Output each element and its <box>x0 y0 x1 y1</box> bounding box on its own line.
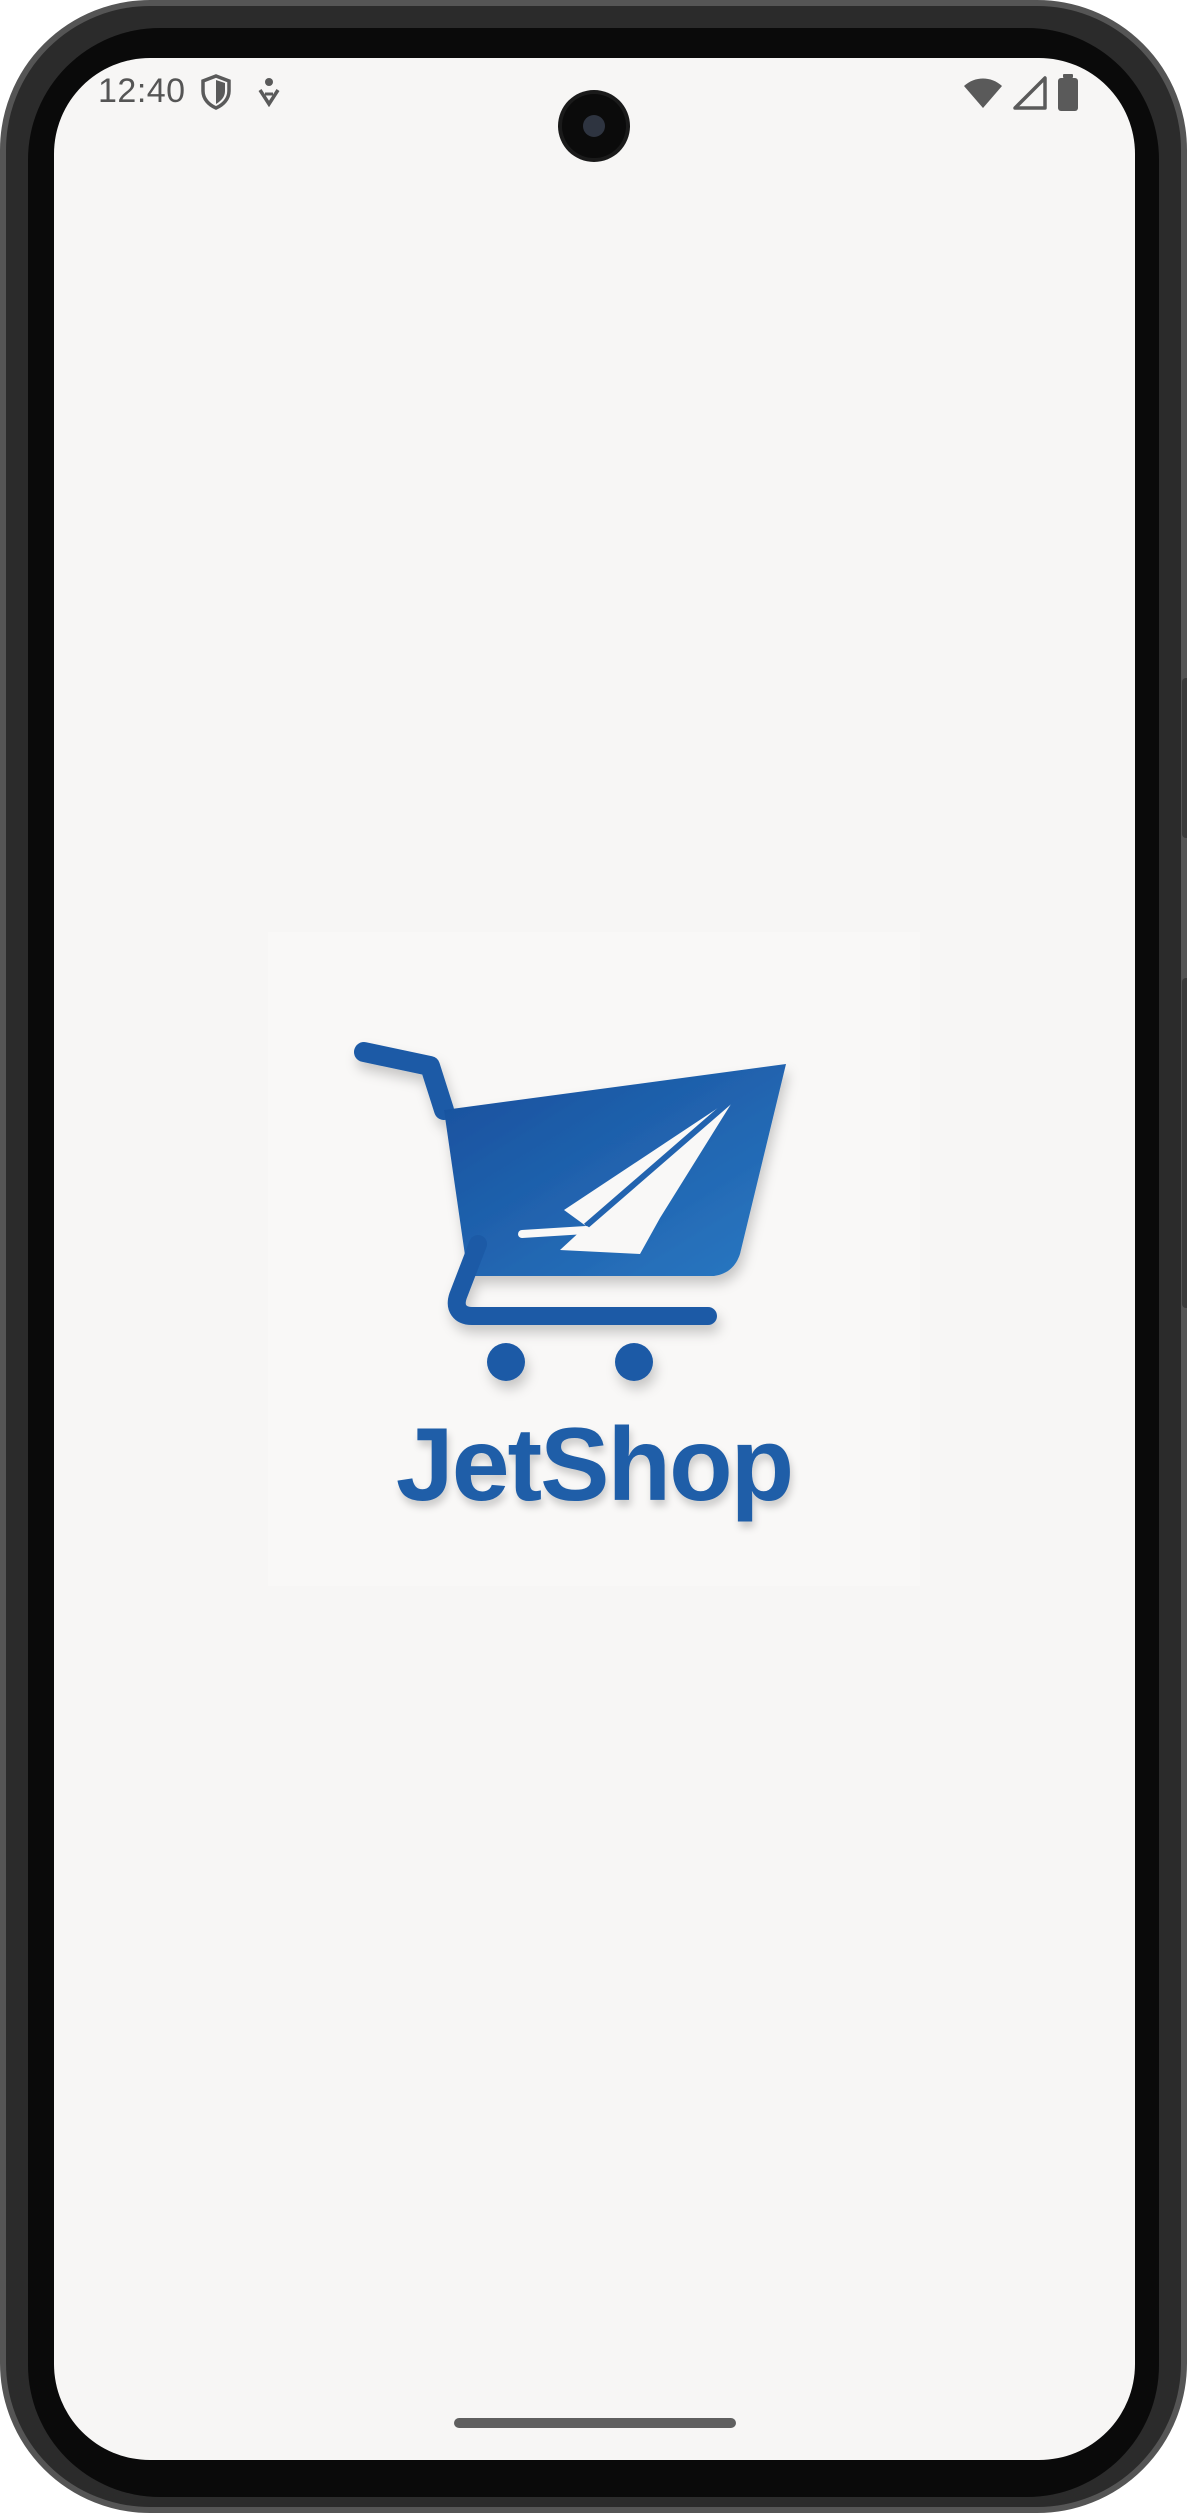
screen: 12:40 JetShop <box>54 58 1135 2460</box>
shield-icon <box>200 74 232 115</box>
status-left-icons <box>200 74 282 115</box>
status-right-icons <box>963 74 1079 117</box>
accessibility-icon <box>256 77 282 112</box>
splash-logo-container: JetShop <box>268 932 920 1586</box>
volume-button <box>1182 978 1187 1308</box>
status-time: 12:40 <box>98 72 186 110</box>
phone-frame: 12:40 JetShop <box>0 0 1187 2513</box>
battery-icon <box>1057 74 1079 117</box>
app-name: JetShop <box>395 1407 794 1523</box>
wifi-icon <box>963 76 1003 115</box>
signal-icon <box>1013 76 1047 115</box>
power-button <box>1182 678 1187 838</box>
front-camera <box>562 94 626 158</box>
gesture-navigation-bar[interactable] <box>454 2418 736 2428</box>
